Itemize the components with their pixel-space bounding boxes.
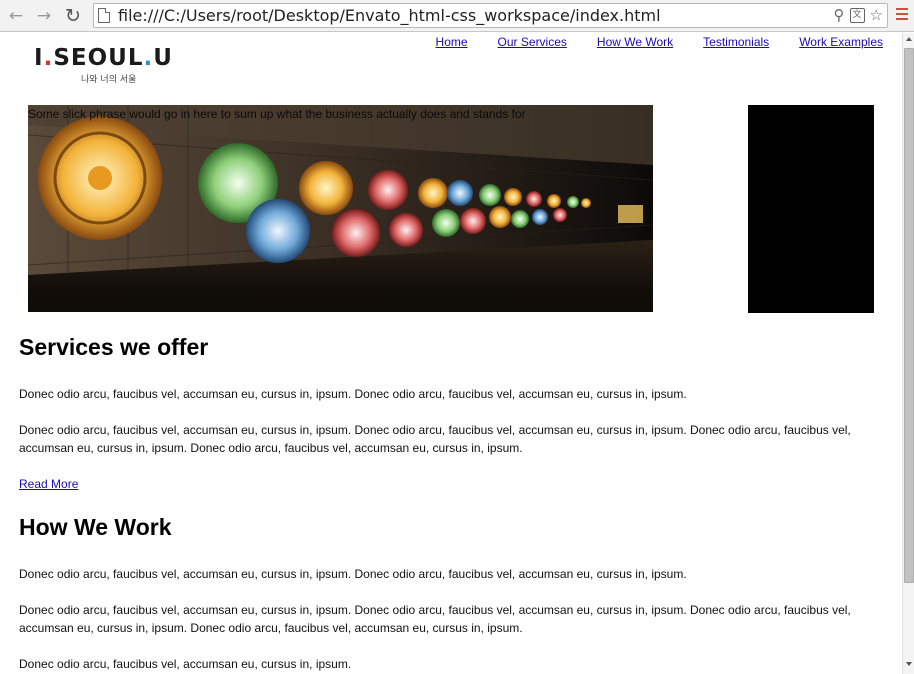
browser-toolbar: ← → ↻ file:///C:/Users/root/Desktop/Enva… (0, 0, 914, 32)
translate-icon[interactable]: 文 (849, 8, 865, 23)
nav-link-work-examples[interactable]: Work Examples (799, 35, 883, 49)
nav-link-how-we-work[interactable]: How We Work (597, 35, 673, 49)
read-more-link[interactable]: Read More (19, 477, 78, 491)
back-arrow-icon[interactable]: ← (5, 5, 27, 27)
main-content: Services we offer Donec odio arcu, fauci… (19, 333, 879, 674)
reload-icon[interactable]: ↻ (62, 5, 84, 27)
menu-icon[interactable] (896, 8, 908, 22)
how-we-work-paragraph-2: Donec odio arcu, faucibus vel, accumsan … (19, 603, 851, 635)
logo-tagline: 나와 너의 서울 (81, 75, 137, 85)
nav-link-home[interactable]: Home (436, 35, 468, 49)
how-we-work-paragraph-1: Donec odio arcu, faucibus vel, accumsan … (19, 567, 687, 581)
how-we-work-paragraph-3: Donec odio arcu, faucibus vel, accumsan … (19, 657, 352, 671)
page-viewport: I.SEOUL.U 나와 너의 서울 Home Our Services How… (0, 33, 902, 674)
star-icon[interactable]: ☆ (870, 6, 883, 25)
services-heading: Services we offer (19, 334, 209, 360)
logo-wordmark: I.SEOUL.U (34, 45, 173, 71)
hero-slogan: Some slick phrase would go in here to su… (28, 107, 526, 121)
hero-lantern-image (28, 105, 653, 312)
main-navigation: Home Our Services How We Work Testimonia… (436, 35, 883, 49)
services-paragraph-2: Donec odio arcu, faucibus vel, accumsan … (19, 423, 851, 455)
site-logo[interactable]: I.SEOUL.U 나와 너의 서울 (34, 44, 209, 86)
nav-link-testimonials[interactable]: Testimonials (703, 35, 769, 49)
address-bar-actions: ⚲ 文 ☆ (834, 6, 883, 25)
hero-banner: Some slick phrase would go in here to su… (28, 105, 653, 312)
nav-link-our-services[interactable]: Our Services (498, 35, 567, 49)
forward-arrow-icon[interactable]: → (33, 5, 55, 27)
scroll-up-arrow-icon[interactable] (906, 37, 912, 41)
page-icon (98, 8, 110, 23)
side-black-box (748, 105, 874, 313)
address-bar-url[interactable]: file:///C:/Users/root/Desktop/Envato_htm… (118, 4, 661, 27)
scroll-thumb[interactable] (904, 48, 914, 583)
search-icon[interactable]: ⚲ (834, 6, 845, 25)
vertical-scrollbar[interactable] (902, 33, 914, 674)
services-paragraph-1: Donec odio arcu, faucibus vel, accumsan … (19, 387, 687, 401)
address-bar[interactable]: file:///C:/Users/root/Desktop/Envato_htm… (93, 3, 888, 28)
how-we-work-section: How We Work Donec odio arcu, faucibus ve… (19, 513, 879, 673)
scroll-down-arrow-icon[interactable] (906, 662, 912, 666)
how-we-work-heading: How We Work (19, 514, 172, 540)
services-section: Services we offer Donec odio arcu, fauci… (19, 333, 879, 513)
